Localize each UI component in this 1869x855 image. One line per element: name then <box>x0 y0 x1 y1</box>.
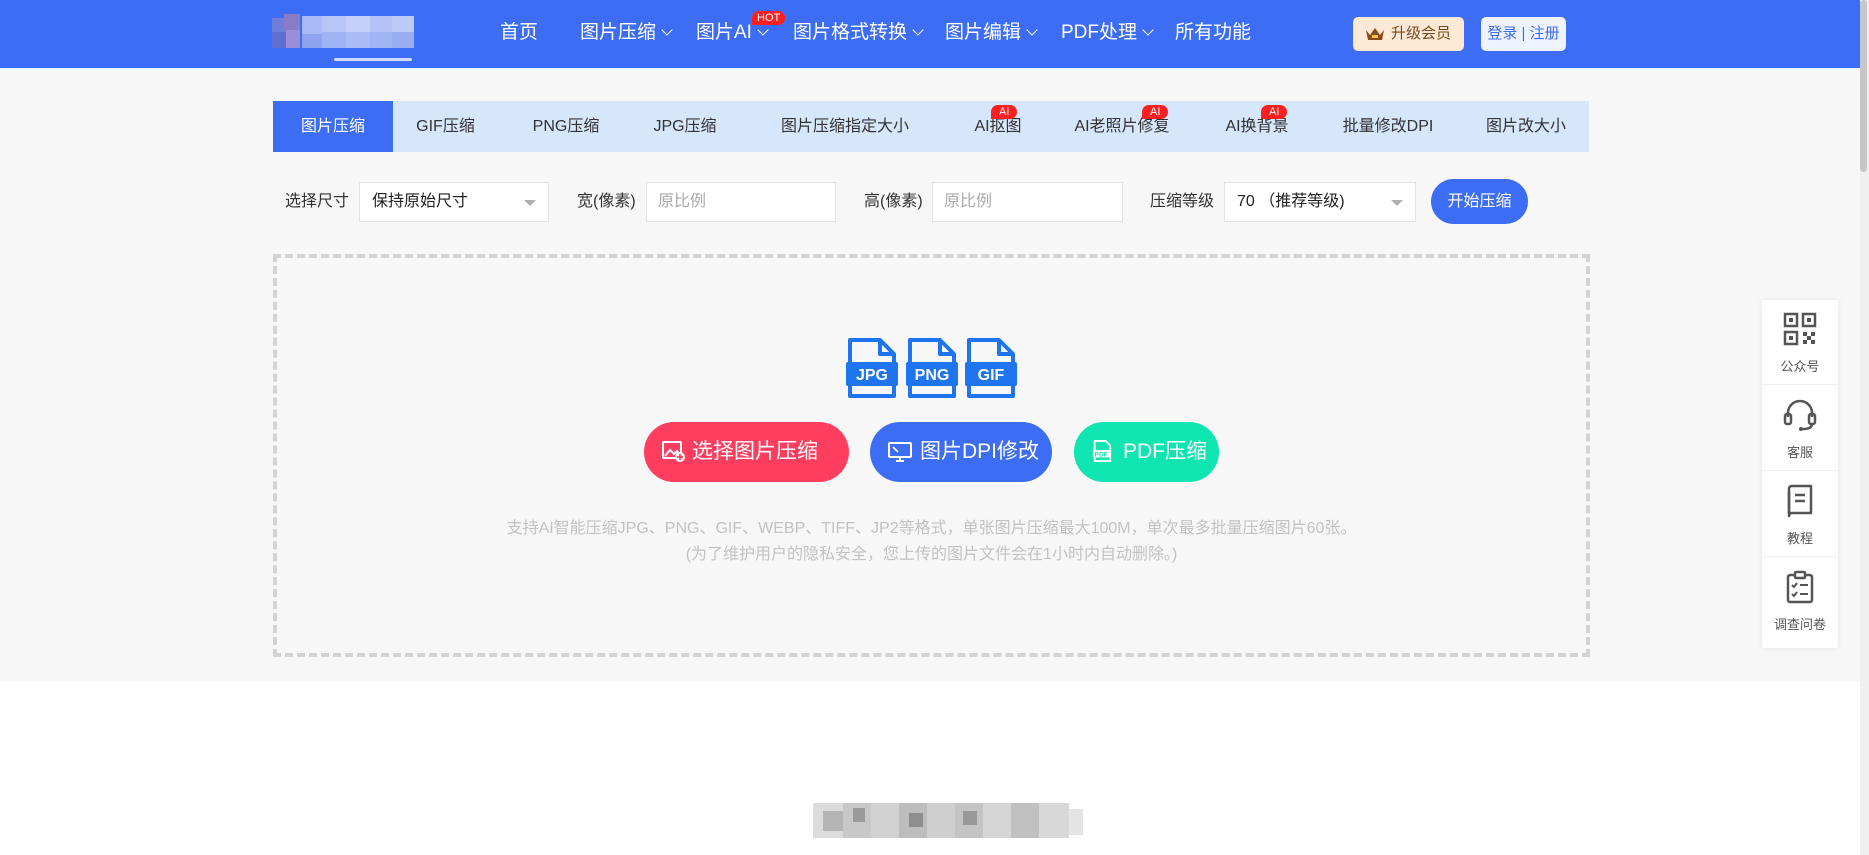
clipboard-icon <box>1786 570 1814 604</box>
nav-format-convert-label: 图片格式转换 <box>793 22 908 43</box>
side-official-account-label: 公众号 <box>1780 359 1820 374</box>
image-dpi-modify-label: 图片DPI修改 <box>920 440 1040 463</box>
chevron-down-icon <box>661 24 673 36</box>
height-input[interactable] <box>932 182 1123 222</box>
select-image-compress-label: 选择图片压缩 <box>692 440 818 463</box>
ai-badge: AI <box>991 105 1018 119</box>
site-logo[interactable] <box>272 14 422 61</box>
tab-label: AI抠图 <box>974 118 1022 135</box>
start-compress-label: 开始压缩 <box>1447 193 1512 210</box>
side-customer-service[interactable]: 客服 <box>1762 386 1838 471</box>
nav-all-features-label: 所有功能 <box>1175 22 1252 43</box>
tab-label: JPG压缩 <box>653 118 717 135</box>
chevron-down-icon <box>1026 24 1038 36</box>
compress-level-value: 70 （推荐等级) <box>1237 193 1345 210</box>
login-register-button[interactable]: 登录 | 注册 <box>1481 17 1566 51</box>
tab-label: AI老照片修复 <box>1074 118 1170 135</box>
upgrade-vip-button[interactable]: 升级会员 <box>1353 17 1464 51</box>
size-select-value: 保持原始尺寸 <box>372 193 469 210</box>
nav-image-ai-label: 图片AI <box>696 22 752 43</box>
height-label: 高(像素) <box>864 193 923 210</box>
side-tutorial-label: 教程 <box>1786 531 1813 546</box>
nav-pdf-label: PDF处理 <box>1061 22 1138 43</box>
support-hint: 支持AI智能压缩JPG、PNG、GIF、WEBP、TIFF、JP2等格式，单张图… <box>506 520 1357 537</box>
scrollbar-thumb[interactable] <box>1860 0 1867 172</box>
pdf-compress-label: PDF压缩 <box>1123 440 1207 463</box>
tab-label: 图片压缩 <box>300 118 365 135</box>
side-customer-service-label: 客服 <box>1786 445 1813 460</box>
caret-down-icon <box>1391 200 1403 206</box>
tab-label: 批量修改DPI <box>1342 118 1434 135</box>
ai-badge: AI <box>1142 105 1169 119</box>
nav-home[interactable]: 首页 <box>500 20 538 46</box>
caret-down-icon <box>524 200 536 206</box>
size-label: 选择尺寸 <box>285 193 350 210</box>
tab-png-compress[interactable]: PNG压缩 <box>511 101 621 152</box>
size-select[interactable]: 保持原始尺寸 <box>359 182 549 222</box>
qrcode-icon <box>1783 312 1817 346</box>
tab-label: PNG压缩 <box>532 118 600 135</box>
nav-pdf[interactable]: PDF处理 <box>1061 20 1154 46</box>
tab-label: GIF压缩 <box>416 118 475 135</box>
width-label: 宽(像素) <box>577 193 636 210</box>
compress-level-label: 压缩等级 <box>1150 193 1215 210</box>
tab-label: 图片改大小 <box>1485 118 1566 135</box>
tab-label: AI换背景 <box>1225 118 1289 135</box>
png-file-label: PNG <box>915 367 950 384</box>
jpg-file-label: JPG <box>856 367 888 384</box>
upgrade-vip-label: 升级会员 <box>1391 25 1452 42</box>
select-image-compress-button[interactable]: 选择图片压缩 <box>644 422 849 482</box>
tab-compress-to-size[interactable]: 图片压缩指定大小 <box>755 101 935 152</box>
book-icon <box>1787 484 1813 518</box>
monitor-icon <box>888 442 912 462</box>
pdf-compress-button[interactable]: PDF PDF压缩 <box>1074 422 1219 482</box>
start-compress-button[interactable]: 开始压缩 <box>1431 179 1528 224</box>
nav-format-convert[interactable]: 图片格式转换 <box>793 20 924 46</box>
page-scrollbar[interactable] <box>1860 0 1869 855</box>
compress-level-select[interactable]: 70 （推荐等级) <box>1224 182 1416 222</box>
chevron-down-icon <box>1142 24 1154 36</box>
nav-home-label: 首页 <box>500 22 539 43</box>
login-register-label: 登录 | 注册 <box>1487 25 1560 42</box>
side-survey[interactable]: 调查问卷 <box>1762 558 1838 643</box>
width-input[interactable] <box>646 182 836 222</box>
nav-image-compress[interactable]: 图片压缩 <box>580 20 673 46</box>
chevron-down-icon <box>757 24 769 36</box>
gif-file-label: GIF <box>978 367 1005 384</box>
nav-image-edit[interactable]: 图片编辑 <box>945 20 1038 46</box>
tab-image-compress[interactable]: 图片压缩 <box>273 101 393 152</box>
floating-side-panel: 公众号 客服 教程 调查问卷 <box>1762 300 1838 648</box>
tab-ai-change-background[interactable]: AI换背景 <box>1197 101 1317 152</box>
tab-batch-dpi[interactable]: 批量修改DPI <box>1313 101 1463 152</box>
top-navbar: 首页 图片压缩 图片AI HOT 图片格式转换 图片编辑 PDF处理 所有功能 … <box>0 0 1869 68</box>
side-official-account[interactable]: 公众号 <box>1762 300 1838 385</box>
png-file-icon: PNG <box>906 338 958 398</box>
jpg-file-icon: JPG <box>846 338 898 398</box>
side-tutorial[interactable]: 教程 <box>1762 472 1838 557</box>
tab-resize-image[interactable]: 图片改大小 <box>1463 101 1589 152</box>
tab-label: 图片压缩指定大小 <box>780 118 909 135</box>
tool-tabs: 图片压缩 GIF压缩 PNG压缩 JPG压缩 图片压缩指定大小 AI抠图 AI … <box>273 101 1589 152</box>
privacy-hint: (为了维护用户的隐私安全，您上传的图片文件会在1小时内自动删除。) <box>685 546 1178 563</box>
tab-jpg-compress[interactable]: JPG压缩 <box>630 101 740 152</box>
tab-ai-old-photo-restore[interactable]: AI老照片修复 <box>1047 101 1197 152</box>
headset-icon <box>1783 399 1817 431</box>
crown-icon <box>1366 28 1384 40</box>
gif-file-icon: GIF <box>965 338 1017 398</box>
nav-image-edit-label: 图片编辑 <box>945 22 1022 43</box>
hot-badge: HOT <box>752 11 786 25</box>
side-survey-label: 调查问卷 <box>1773 617 1826 632</box>
pdf-file-icon: PDF <box>1092 440 1112 462</box>
tab-gif-compress[interactable]: GIF压缩 <box>393 101 498 152</box>
image-dpi-modify-button[interactable]: 图片DPI修改 <box>870 422 1052 482</box>
nav-all-features[interactable]: 所有功能 <box>1175 20 1251 46</box>
chevron-down-icon <box>912 24 924 36</box>
footer-logo <box>813 803 1083 838</box>
svg-text:PDF: PDF <box>1095 452 1108 459</box>
nav-image-compress-label: 图片压缩 <box>580 22 657 43</box>
image-upload-icon <box>662 441 685 462</box>
ai-badge: AI <box>1261 105 1288 119</box>
